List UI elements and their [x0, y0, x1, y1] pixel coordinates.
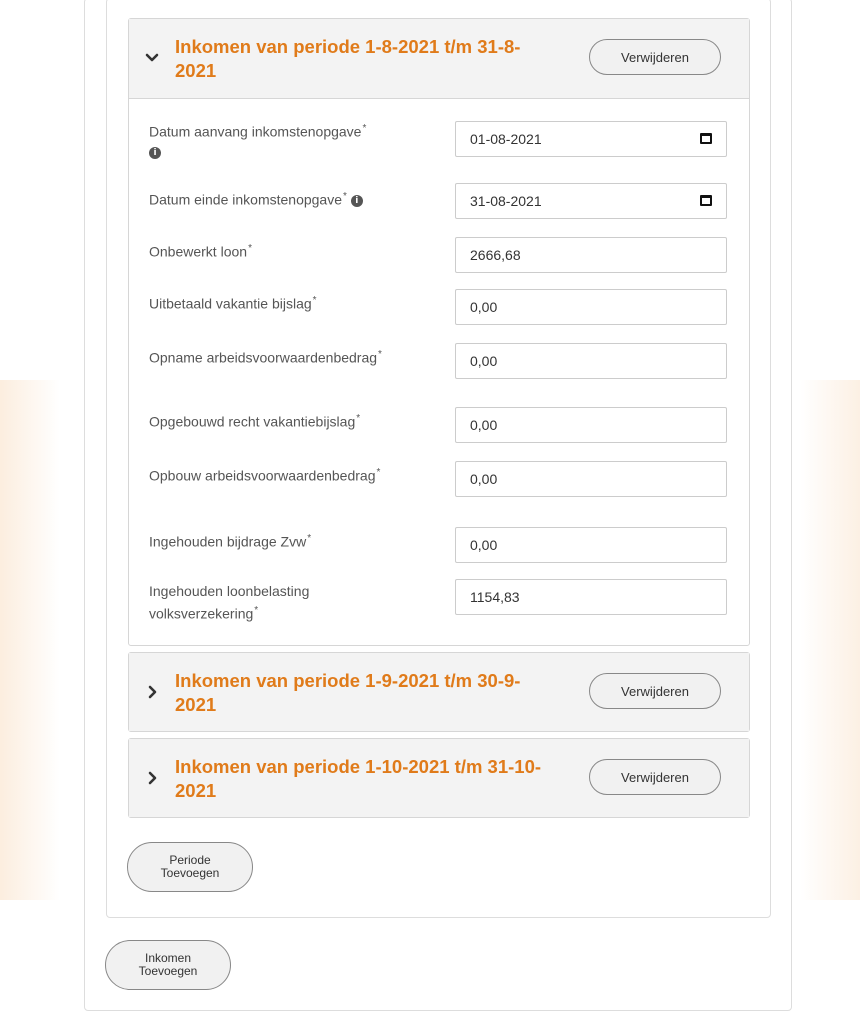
field-label: Ingehouden bijdrage Zvw*: [149, 533, 312, 550]
period-panel-title: Inkomen van periode 1-8-2021 t/m 31-8-20…: [175, 36, 521, 81]
remove-period-button[interactable]: Verwijderen: [589, 759, 721, 795]
withdrawal-amount-input[interactable]: 0,00: [455, 343, 727, 379]
calendar-icon[interactable]: [700, 195, 712, 206]
field-label: Uitbetaald vakantie bijslag*: [149, 295, 317, 312]
income-tax-input[interactable]: 1154,83: [455, 579, 727, 615]
period-panel: Inkomen van periode 1-9-2021 t/m 30-9-20…: [128, 652, 750, 732]
period-panel-header[interactable]: Inkomen van periode 1-9-2021 t/m 30-9-20…: [129, 653, 749, 731]
field-label: Opgebouwd recht vakantiebijslag*: [149, 413, 361, 430]
period-panel: Inkomen van periode 1-10-2021 t/m 31-10-…: [128, 738, 750, 818]
period-panel: Inkomen van periode 1-8-2021 t/m 31-8-20…: [128, 18, 750, 646]
zvw-contribution-input[interactable]: 0,00: [455, 527, 727, 563]
remove-period-button[interactable]: Verwijderen: [589, 39, 721, 75]
field-label: Datum aanvang inkomstenopgave* i: [149, 123, 367, 159]
add-income-button[interactable]: Inkomen Toevoegen: [105, 940, 231, 990]
field-label: Opbouw arbeidsvoorwaardenbedrag*: [149, 467, 381, 484]
add-period-button[interactable]: Periode Toevoegen: [127, 842, 253, 892]
period-panel-header[interactable]: Inkomen van periode 1-10-2021 t/m 31-10-…: [129, 739, 749, 817]
chevron-down-icon[interactable]: [145, 51, 159, 65]
accrual-amount-input[interactable]: 0,00: [455, 461, 727, 497]
field-label: Ingehouden loonbelasting volksverzekerin…: [149, 583, 310, 622]
accrued-holiday-right-input[interactable]: 0,00: [455, 407, 727, 443]
field-label: Onbewerkt loon*: [149, 243, 252, 260]
holiday-allowance-paid-input[interactable]: 0,00: [455, 289, 727, 325]
gross-wage-input[interactable]: 2666,68: [455, 237, 727, 273]
end-date-input[interactable]: 31-08-2021: [455, 183, 727, 219]
info-icon[interactable]: i: [149, 146, 161, 159]
remove-period-button[interactable]: Verwijderen: [589, 673, 721, 709]
period-panel-header[interactable]: Inkomen van periode 1-8-2021 t/m 31-8-20…: [129, 19, 749, 99]
background-glow-right: [800, 380, 860, 900]
period-panel-title: Inkomen van periode 1-10-2021 t/m 31-10-…: [175, 756, 542, 801]
chevron-right-icon[interactable]: [145, 771, 159, 785]
period-panel-title: Inkomen van periode 1-9-2021 t/m 30-9-20…: [175, 670, 521, 715]
start-date-input[interactable]: 01-08-2021: [455, 121, 727, 157]
field-label: Opname arbeidsvoorwaardenbedrag*: [149, 349, 382, 366]
info-icon[interactable]: i: [350, 194, 363, 207]
chevron-right-icon[interactable]: [145, 685, 159, 699]
field-label: Datum einde inkomstenopgave* i: [149, 187, 439, 210]
background-glow-left: [0, 380, 60, 900]
calendar-icon[interactable]: [700, 133, 712, 144]
